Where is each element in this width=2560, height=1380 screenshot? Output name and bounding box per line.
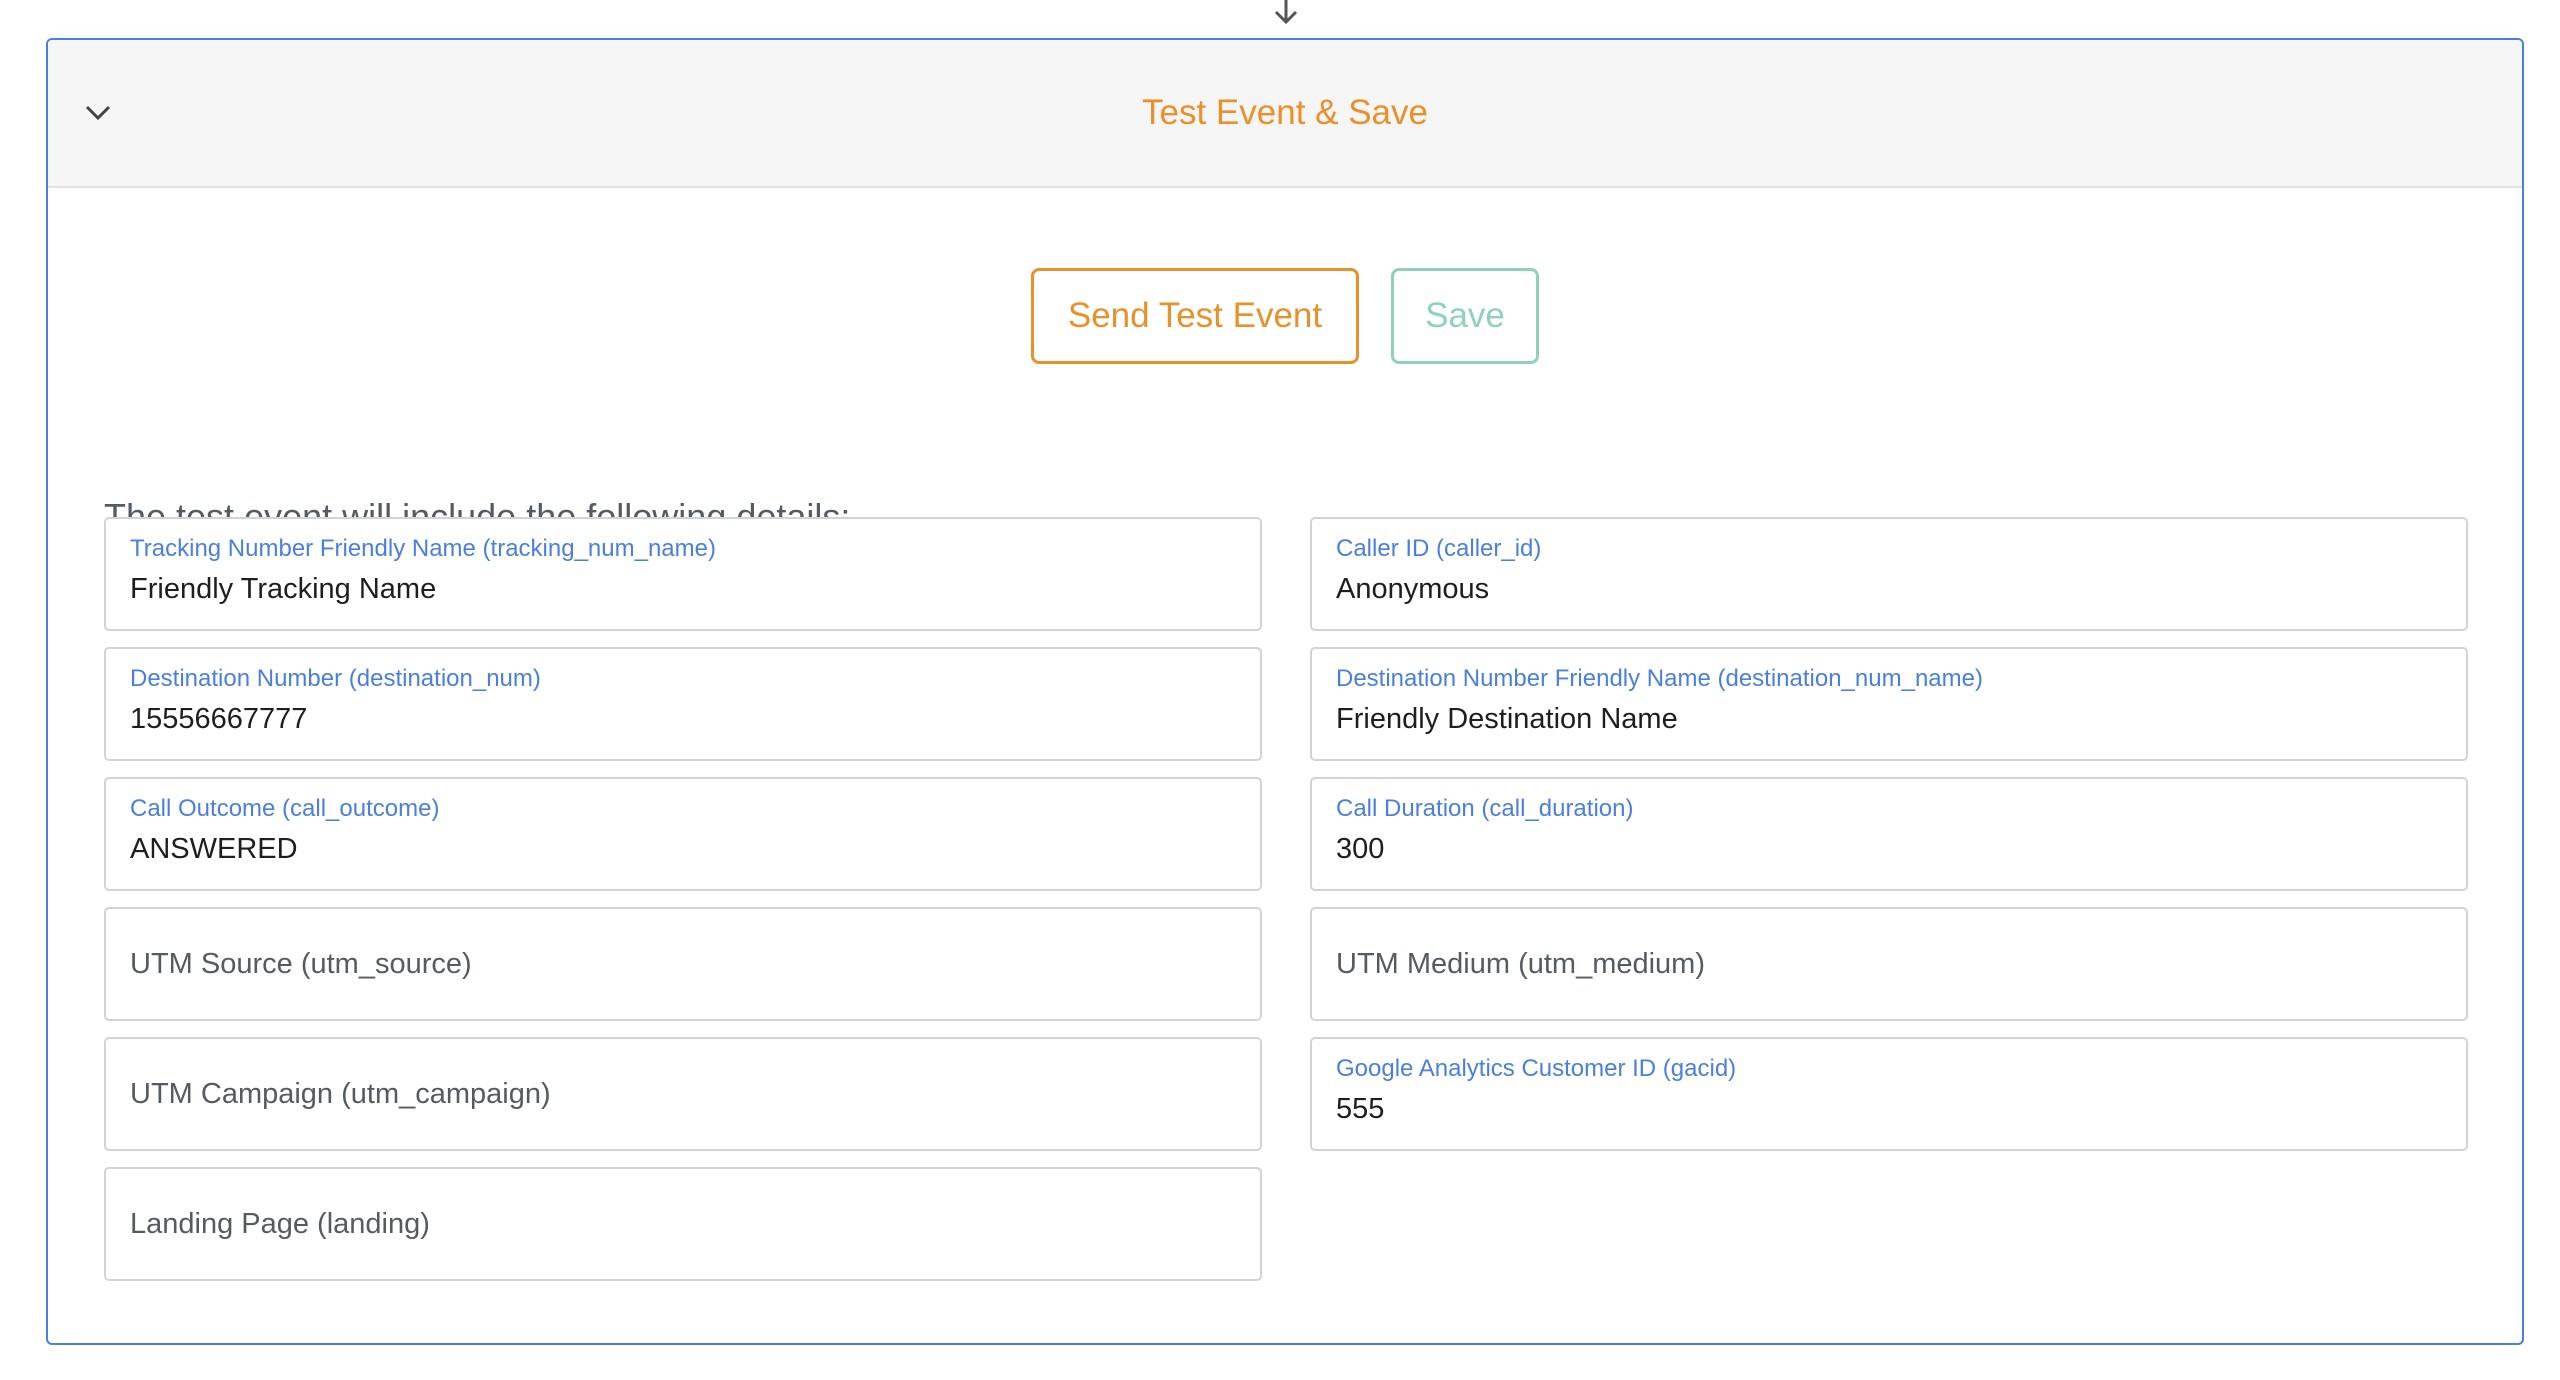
action-buttons: Send Test Event Save <box>48 268 2522 364</box>
field-value: 555 <box>1336 1093 1385 1125</box>
call-outcome-field[interactable]: Call Outcome (call_outcome) ANSWERED <box>104 777 1262 891</box>
field-label: Call Duration (call_duration) <box>1336 795 1634 822</box>
field-value: 300 <box>1336 833 1385 865</box>
test-event-save-panel: Test Event & Save Send Test Event Save T… <box>46 38 2524 1345</box>
field-placeholder: UTM Medium (utm_medium) <box>1336 947 1705 980</box>
field-placeholder: Landing Page (landing) <box>130 1207 430 1240</box>
field-placeholder: UTM Campaign (utm_campaign) <box>130 1077 551 1110</box>
field-label: Destination Number (destination_num) <box>130 665 541 692</box>
utm-medium-field[interactable]: UTM Medium (utm_medium) <box>1310 907 2468 1021</box>
utm-source-field[interactable]: UTM Source (utm_source) <box>104 907 1262 1021</box>
field-label: Tracking Number Friendly Name (tracking_… <box>130 535 716 562</box>
arrow-down-icon <box>1268 0 1304 26</box>
field-label: Google Analytics Customer ID (gacid) <box>1336 1055 1737 1082</box>
field-value: Anonymous <box>1336 573 1490 605</box>
call-duration-field[interactable]: Call Duration (call_duration) 300 <box>1310 777 2468 891</box>
caller-id-field[interactable]: Caller ID (caller_id) Anonymous <box>1310 517 2468 631</box>
destination-num-field[interactable]: Destination Number (destination_num) 155… <box>104 647 1262 761</box>
field-label: Caller ID (caller_id) <box>1336 535 1542 562</box>
chevron-down-icon[interactable] <box>76 91 120 135</box>
field-value: Friendly Destination Name <box>1336 703 1678 735</box>
landing-page-field[interactable]: Landing Page (landing) <box>104 1167 1262 1281</box>
field-label: Destination Number Friendly Name (destin… <box>1336 665 1983 692</box>
destination-num-name-field[interactable]: Destination Number Friendly Name (destin… <box>1310 647 2468 761</box>
tracking-num-name-field[interactable]: Tracking Number Friendly Name (tracking_… <box>104 517 1262 631</box>
field-value: ANSWERED <box>130 833 298 865</box>
field-placeholder: UTM Source (utm_source) <box>130 947 472 980</box>
utm-campaign-field[interactable]: UTM Campaign (utm_campaign) <box>104 1037 1262 1151</box>
gacid-field[interactable]: Google Analytics Customer ID (gacid) 555 <box>1310 1037 2468 1151</box>
field-value: 15556667777 <box>130 703 308 735</box>
panel-header[interactable]: Test Event & Save <box>48 40 2522 188</box>
field-value: Friendly Tracking Name <box>130 573 437 605</box>
save-button[interactable]: Save <box>1391 268 1539 364</box>
send-test-event-button[interactable]: Send Test Event <box>1031 268 1359 364</box>
panel-title: Test Event & Save <box>1142 93 1428 132</box>
field-label: Call Outcome (call_outcome) <box>130 795 440 822</box>
